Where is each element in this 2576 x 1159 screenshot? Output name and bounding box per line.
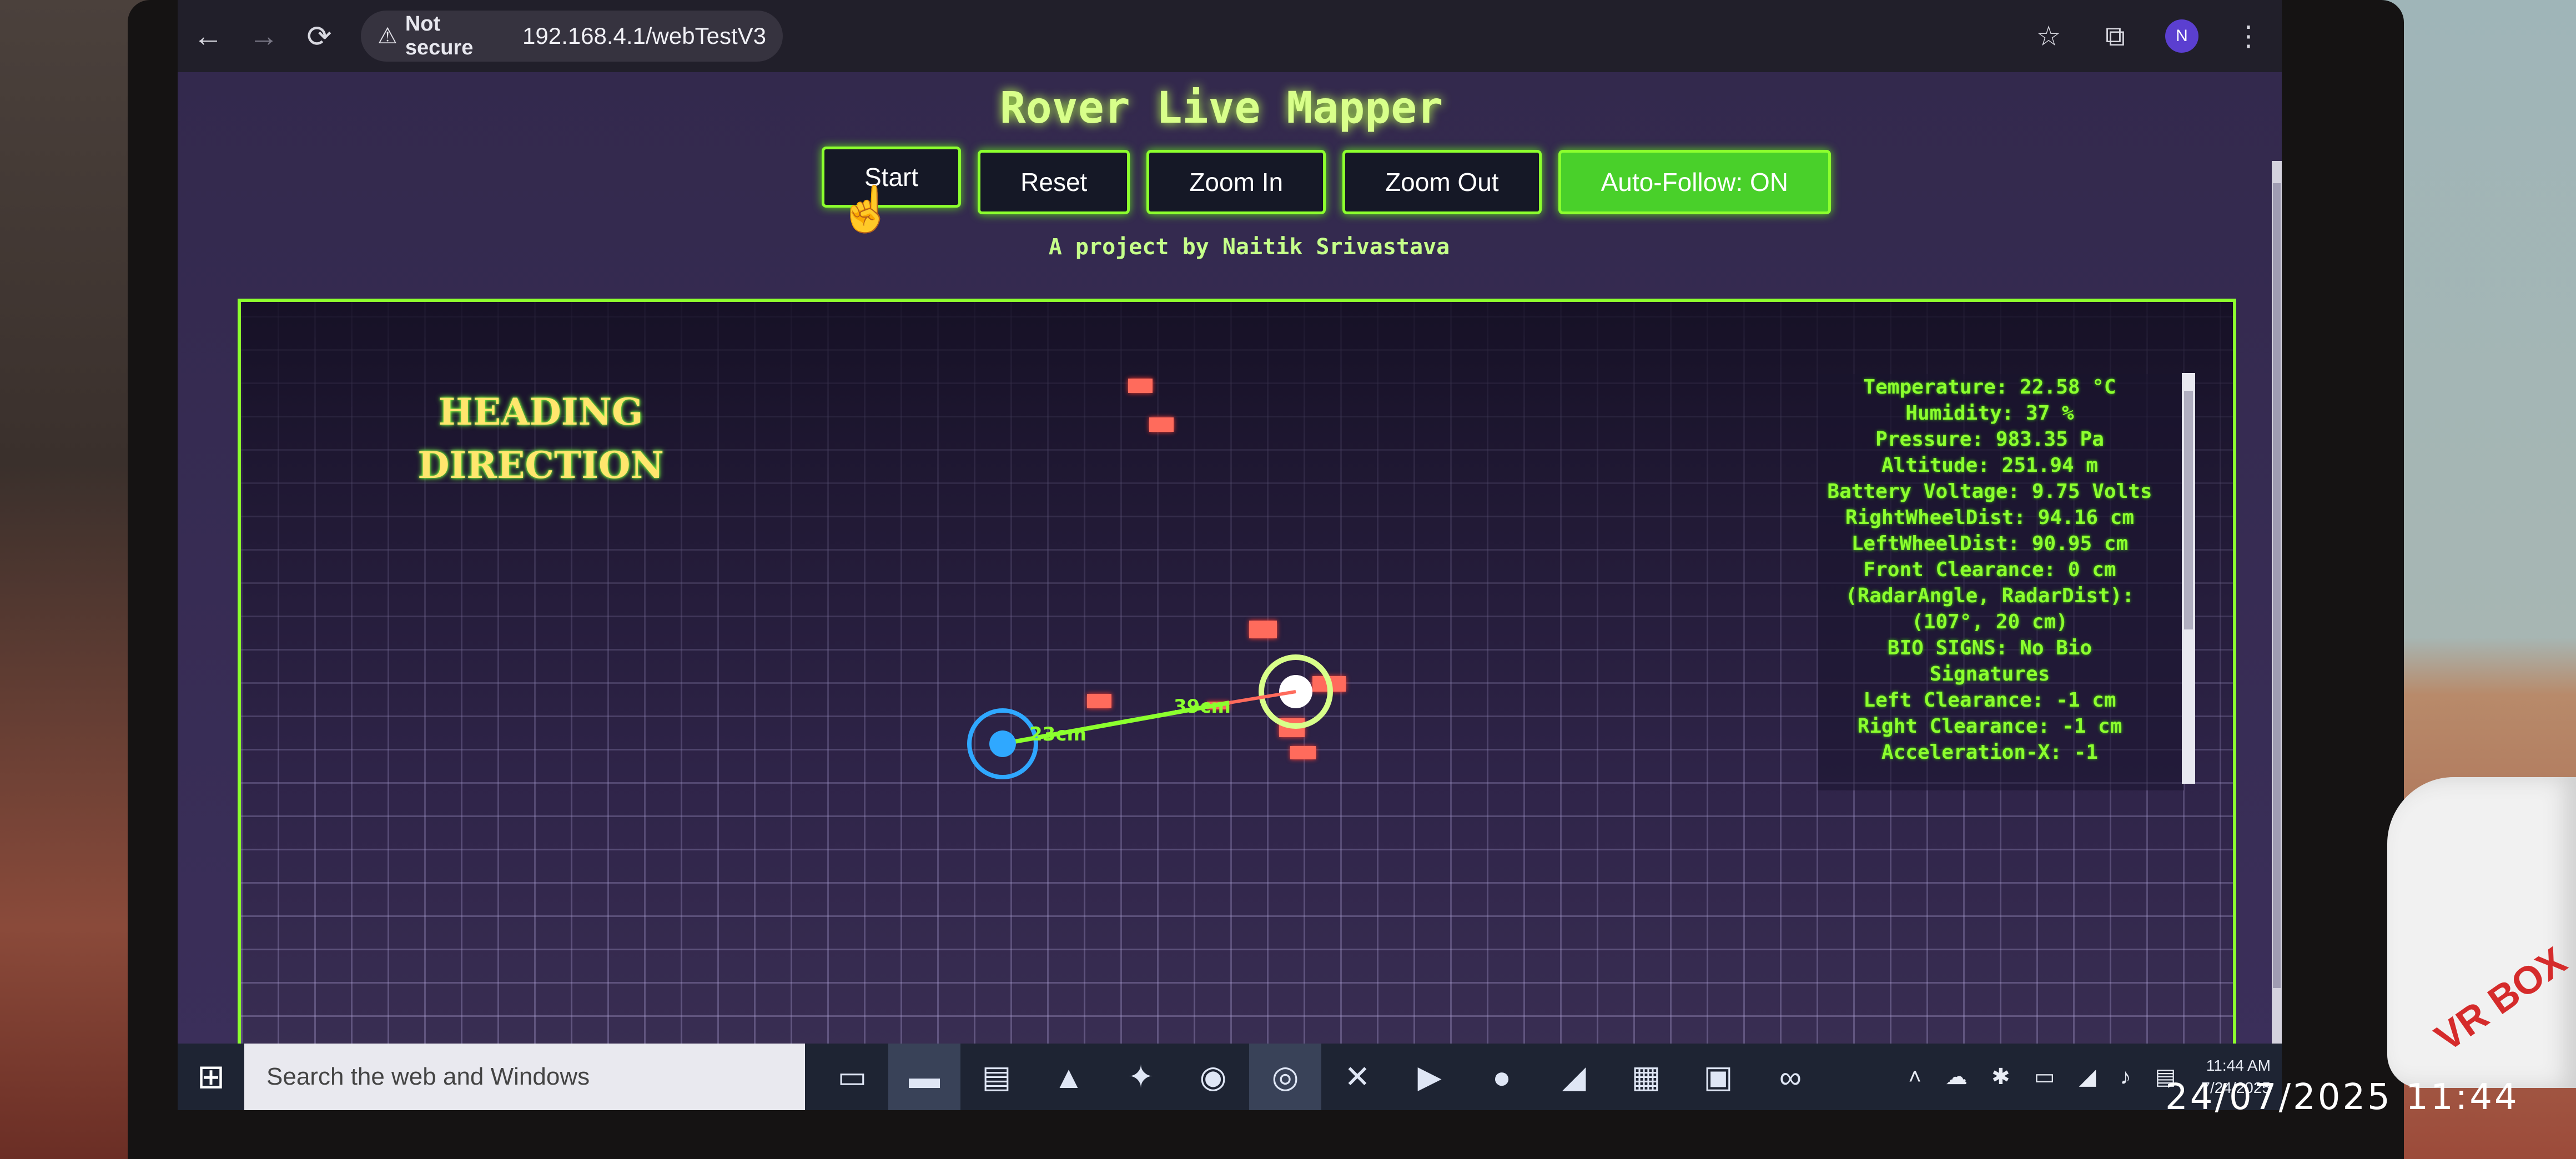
telemetry-panel: Temperature: 22.58 °C Humidity: 37 % Press…	[1818, 374, 2184, 790]
telemetry-line: Right Clearance: -1 cm	[1857, 715, 2122, 738]
url-text[interactable]: 192.168.4.1/webTestV3	[522, 23, 766, 49]
profile-avatar[interactable]: N	[2165, 19, 2198, 53]
segment-label: 39cm	[1174, 696, 1231, 718]
star-icon[interactable]: ☆	[2015, 20, 2082, 52]
page-subtitle: A project by Naitik Srivastava	[1048, 234, 1450, 260]
file-explorer-icon[interactable]: ▬	[888, 1044, 960, 1110]
map-canvas[interactable]: HEADING DIRECTION 23cm 39cm Temperature:…	[238, 299, 2236, 1110]
hand-cursor-icon: ☝	[838, 184, 894, 234]
browser-actions: ☆ ⧉ N ⋮	[2015, 0, 2282, 72]
telemetry-line: Battery Voltage: 9.75 Volts	[1827, 480, 2152, 503]
security-label: Not secure	[405, 12, 474, 59]
vr-headset	[2387, 777, 2576, 1088]
telemetry-line: (RadarAngle, RadarDist):	[1845, 584, 2135, 607]
zoom-in-button[interactable]: Zoom In	[1146, 150, 1326, 214]
telemetry-line: LeftWheelDist: 90.95 cm	[1851, 532, 2129, 555]
extensions-icon[interactable]: ⧉	[2082, 20, 2149, 53]
address-bar[interactable]: ⚠ Not secure 192.168.4.1/webTestV3	[361, 11, 783, 62]
warning-icon: ⚠	[378, 24, 398, 48]
telemetry-line: Humidity: 37 %	[1905, 402, 2074, 425]
browser-toolbar: ← → ⟳ ⚠ Not secure 192.168.4.1/webTestV3…	[178, 0, 2282, 72]
photo-timestamp: 24/07/2025 11:44	[2165, 1077, 2519, 1118]
clock-time: 11:44 AM	[2206, 1057, 2271, 1074]
telemetry-scroll-thumb[interactable]	[2184, 391, 2193, 629]
telemetry-line: Left Clearance: -1 cm	[1863, 689, 2116, 712]
taskbar-apps: ▭ ▬ ▤ ▲ ✦ ◉ ◎ ✕ ▶ ● ◢ ▦ ▣ ∞	[816, 1044, 1827, 1110]
forward-icon[interactable]: →	[239, 11, 289, 61]
reload-icon[interactable]: ⟳	[294, 11, 344, 61]
arduino-icon[interactable]: ∞	[1754, 1044, 1827, 1110]
page-title: Rover Live Mapper	[999, 83, 1443, 133]
telemetry-line: Pressure: 983.35 Pa	[1875, 428, 2104, 451]
task-view-icon[interactable]: ▭	[816, 1044, 888, 1110]
back-icon[interactable]: ←	[183, 11, 233, 61]
telemetry-line: Acceleration-X: -1	[1881, 741, 2099, 764]
mysql-icon[interactable]: ◢	[1538, 1044, 1610, 1110]
video-app-icon[interactable]: ▶	[1393, 1044, 1466, 1110]
telemetry-line: RightWheelDist: 94.16 cm	[1845, 506, 2135, 529]
telemetry-text: Temperature: 22.58 °C Humidity: 37 % Press…	[1818, 374, 2162, 765]
menu-icon[interactable]: ⋮	[2215, 20, 2282, 52]
tray-icons[interactable]: ˄ ☁ ✱ ▭ ◢ ♪ ▤	[1909, 1064, 2185, 1090]
zoom-out-button[interactable]: Zoom Out	[1342, 150, 1542, 214]
notepad-icon[interactable]: ▤	[960, 1044, 1033, 1110]
windows-start-icon[interactable]: ⊞	[178, 1044, 244, 1110]
control-buttons: Start Reset Zoom In Zoom Out Auto-Follow…	[822, 147, 1832, 214]
reset-button[interactable]: Reset	[978, 150, 1130, 214]
web-page: Rover Live Mapper Start Reset Zoom In Zo…	[178, 72, 2282, 1110]
segment-label: 23cm	[1029, 723, 1086, 745]
app-icon[interactable]: ●	[1466, 1044, 1538, 1110]
telemetry-line: Altitude: 251.94 m	[1881, 454, 2099, 477]
telemetry-line: Temperature: 22.58 °C	[1863, 376, 2116, 399]
telemetry-line: Signatures	[1929, 663, 2050, 686]
telemetry-line: BIO SIGNS: No Bio	[1887, 637, 2092, 659]
browser-icon[interactable]: ◎	[1249, 1044, 1321, 1110]
terminal-icon[interactable]: ▣	[1682, 1044, 1754, 1110]
page-scroll-thumb[interactable]	[2273, 183, 2281, 988]
telemetry-line: (107°, 20 cm)	[1911, 611, 2068, 633]
screen: ← → ⟳ ⚠ Not secure 192.168.4.1/webTestV3…	[178, 0, 2282, 1110]
triangle-app-icon[interactable]: ▲	[1033, 1044, 1105, 1110]
chrome-icon[interactable]: ◉	[1177, 1044, 1249, 1110]
taskbar: ⊞ Search the web and Windows ▭ ▬ ▤ ▲ ✦ ◉…	[178, 1044, 2282, 1110]
document-icon[interactable]: ▦	[1610, 1044, 1682, 1110]
figma-icon[interactable]: ✦	[1105, 1044, 1177, 1110]
telemetry-line: Front Clearance: 0 cm	[1863, 558, 2116, 581]
taskbar-search[interactable]: Search the web and Windows	[244, 1044, 805, 1110]
auto-follow-toggle[interactable]: Auto-Follow: ON	[1558, 150, 1832, 214]
vscode-icon[interactable]: ✕	[1321, 1044, 1393, 1110]
start-dot	[989, 730, 1016, 757]
